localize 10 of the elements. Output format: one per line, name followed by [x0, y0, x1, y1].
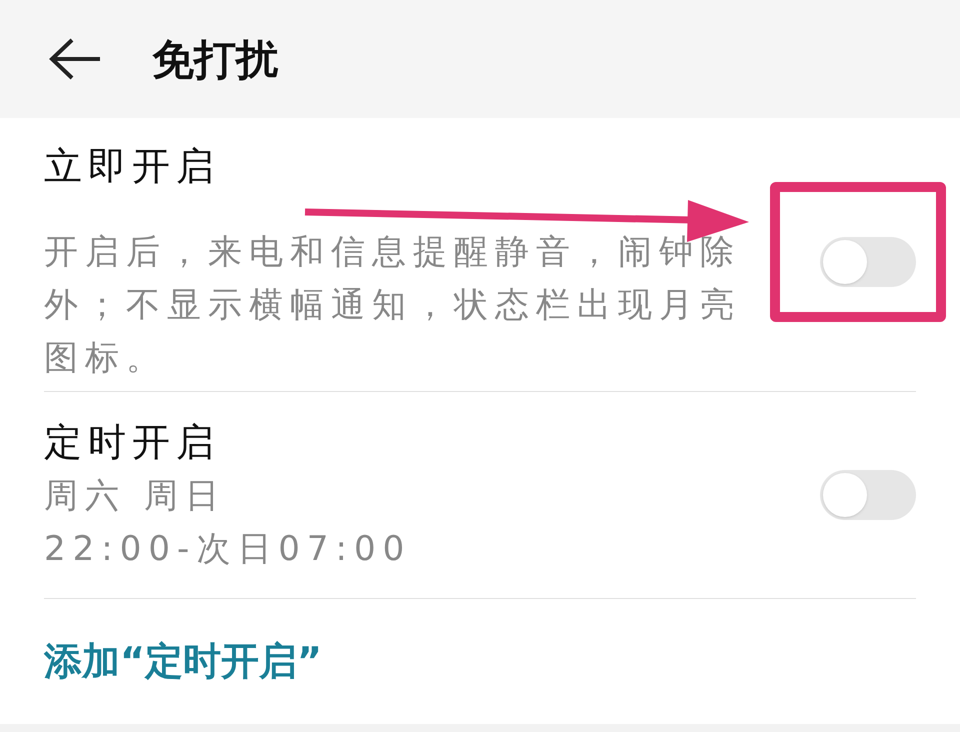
setting-description: 周六 周日 [44, 475, 227, 518]
toggle-switch[interactable] [820, 470, 916, 520]
setting-description: 开启后，来电和信息提醒静音，闹钟除外；不显示横幅通知，状态栏出现月亮图标。 [44, 231, 742, 380]
setting-title: 立即开启 [44, 143, 221, 190]
toggle-switch[interactable] [820, 236, 916, 286]
setting-title: 定时开启 [44, 419, 221, 466]
back-icon[interactable] [48, 37, 102, 81]
add-schedule-link[interactable]: 添加“定时开启” [44, 633, 322, 690]
setting-description: 22:00-次日07:00 [44, 528, 412, 571]
page-title: 免打扰 [152, 34, 278, 86]
